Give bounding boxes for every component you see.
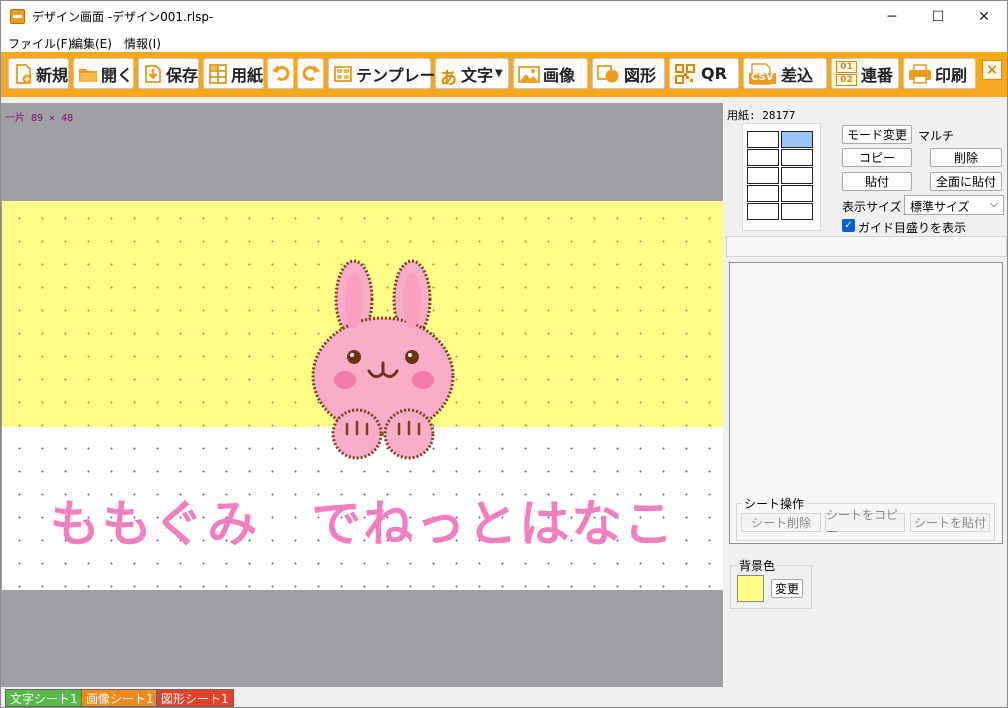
label-sheet[interactable]: ももぐみ でねっとはなこ <box>2 201 723 590</box>
new-file-icon <box>13 63 33 84</box>
guide-checkbox[interactable]: ✓ <box>842 219 855 232</box>
tab-shape-sheet[interactable]: 図形シート1 <box>156 689 234 707</box>
sheet-paste-button[interactable]: シートを貼付 <box>910 513 990 532</box>
image-icon <box>518 64 540 84</box>
toolbar: 新規 開く 保存 用紙 テンプレート あ 文字 ▼ 画像 図形 QR CSV 差… <box>1 52 1007 97</box>
folder-icon <box>78 64 98 84</box>
qr-button[interactable]: QR <box>669 58 739 89</box>
text-hiragana-icon: あ <box>440 68 457 89</box>
undo-button[interactable] <box>267 58 294 89</box>
display-size-label: 表示サイズ <box>842 200 902 214</box>
bunny-illustration[interactable] <box>307 259 457 464</box>
tab-image-sheet[interactable]: 画像シート1 <box>81 689 159 707</box>
grid-cell[interactable] <box>781 185 813 202</box>
open-label: 開く <box>101 65 134 85</box>
shape-icon <box>597 64 621 84</box>
properties-tab-strip[interactable] <box>726 236 1007 257</box>
shape-label: 図形 <box>624 65 657 85</box>
guide-label: ガイド目盛りを表示 <box>858 221 967 235</box>
template-icon <box>333 64 353 84</box>
image-label: 画像 <box>543 65 576 85</box>
grid-cell[interactable] <box>747 185 779 202</box>
text-label: 文字 <box>461 65 494 85</box>
new-label: 新規 <box>36 65 69 85</box>
tab-text-sheet[interactable]: 文字シート1 <box>5 689 83 707</box>
save-button[interactable]: 保存 <box>138 58 199 89</box>
print-label: 印刷 <box>935 65 968 85</box>
printer-icon <box>908 63 932 84</box>
new-button[interactable]: 新規 <box>8 58 69 89</box>
dropdown-arrow-icon: ▼ <box>495 68 503 79</box>
save-icon <box>143 64 163 84</box>
serial-label: 連番 <box>861 65 894 85</box>
paper-label: 用紙 <box>231 65 264 85</box>
toolbar-close-button[interactable]: ✕ <box>982 60 1002 80</box>
label-layout-grid[interactable] <box>742 123 821 231</box>
serial-button[interactable]: 01 02 連番 <box>831 58 899 89</box>
copy-button[interactable]: コピー <box>842 148 912 167</box>
title-bar: デザイン画面 -デザイン001.rlsp- ─ ☐ ✕ <box>1 1 1007 32</box>
paper-number: 用紙: 28177 <box>727 109 796 122</box>
serial-icon-bottom: 02 <box>836 73 857 86</box>
menu-edit[interactable]: 編集(E) <box>71 35 112 52</box>
template-button[interactable]: テンプレート <box>328 58 452 89</box>
menu-bar: ファイル(F) 編集(E) 情報(I) <box>1 32 1007 52</box>
maximize-button[interactable]: ☐ <box>915 1 961 32</box>
design-canvas[interactable]: 一片 89 × 48 ももぐみ でねっとはなこ <box>1 103 723 687</box>
window-title: デザイン画面 -デザイン001.rlsp- <box>32 10 214 24</box>
shape-button[interactable]: 図形 <box>592 58 665 89</box>
paper-grid-icon <box>208 63 228 84</box>
right-panel: 用紙: 28177 モード変更 マルチ コピー 削除 貼付 全面に貼付 表示サイ… <box>723 103 1007 687</box>
background-color-swatch[interactable] <box>737 575 764 602</box>
main-text[interactable]: ももぐみ でねっとはなこ <box>2 484 723 556</box>
text-button[interactable]: あ 文字 ▼ <box>435 58 509 89</box>
menu-file[interactable]: ファイル(F) <box>8 35 72 52</box>
background-color-change-button[interactable]: 変更 <box>771 579 803 598</box>
paste-all-button[interactable]: 全面に貼付 <box>930 172 1002 191</box>
insert-label: 差込 <box>781 65 814 85</box>
mode-change-button[interactable]: モード変更 <box>842 125 912 144</box>
menu-info[interactable]: 情報(I) <box>124 35 161 52</box>
qr-code-icon <box>674 63 698 84</box>
insert-button[interactable]: CSV 差込 <box>743 58 827 89</box>
sheet-copy-button[interactable]: シートをコピー <box>825 508 905 539</box>
app-window: デザイン画面 -デザイン001.rlsp- ─ ☐ ✕ ファイル(F) 編集(E… <box>0 0 1008 708</box>
background-color-label: 背景色 <box>737 557 778 574</box>
grid-cell[interactable] <box>781 167 813 184</box>
paper-button[interactable]: 用紙 <box>203 58 264 89</box>
sheet-tabs: 文字シート1 画像シート1 図形シート1 <box>1 687 1007 707</box>
qr-label: QR <box>701 64 727 83</box>
serial-icon-top: 01 <box>836 60 857 73</box>
print-button[interactable]: 印刷 <box>903 58 976 89</box>
redo-button[interactable] <box>297 58 324 89</box>
app-icon <box>10 9 25 24</box>
mode-value: マルチ <box>918 129 955 143</box>
delete-button[interactable]: 削除 <box>930 148 1002 167</box>
grid-cell[interactable] <box>781 203 813 220</box>
sheet-delete-button[interactable]: シート削除 <box>741 513 821 532</box>
save-label: 保存 <box>166 65 199 85</box>
minimize-button[interactable]: ─ <box>869 1 915 32</box>
display-size-value: 標準サイズ <box>910 200 970 214</box>
grid-cell[interactable] <box>747 149 779 166</box>
grid-cell[interactable] <box>747 203 779 220</box>
csv-icon-text: CSV <box>751 71 774 83</box>
display-size-select[interactable]: 標準サイズ ⌵ <box>904 195 1004 215</box>
sheet-ops-label: シート操作 <box>742 495 807 512</box>
grid-cell[interactable] <box>747 167 779 184</box>
grid-cell-selected[interactable] <box>781 131 813 148</box>
close-button[interactable]: ✕ <box>961 1 1007 32</box>
cursor-coords: 一片 89 × 48 <box>5 113 74 124</box>
chevron-down-icon: ⌵ <box>989 197 998 210</box>
serial-number-icon: 01 02 <box>836 60 858 87</box>
grid-cell[interactable] <box>747 131 779 148</box>
undo-icon <box>271 62 291 86</box>
grid-cell[interactable] <box>781 149 813 166</box>
open-button[interactable]: 開く <box>73 58 134 89</box>
csv-icon: CSV <box>748 62 778 85</box>
redo-icon <box>301 62 321 86</box>
paste-button[interactable]: 貼付 <box>842 172 912 191</box>
image-button[interactable]: 画像 <box>513 58 588 89</box>
